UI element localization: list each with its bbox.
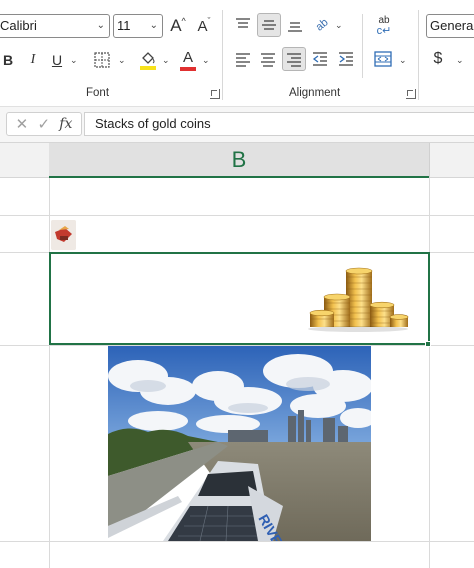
decrease-indent-icon <box>312 52 327 66</box>
font-color-button[interactable]: A <box>178 48 198 72</box>
underline-label: U <box>51 52 63 68</box>
cancel-icon[interactable]: ✕ <box>16 115 29 133</box>
gridline-vertical <box>49 178 50 568</box>
align-center-icon <box>261 53 275 67</box>
ribbon: Calibri ⌄ 11 ⌄ A ^ Aˇ B I U ⌄ ⌄ ⌄ A ⌄ Fo… <box>0 0 474 107</box>
shrink-font-label: A <box>197 17 208 35</box>
font-group-label: Font <box>86 87 110 99</box>
italic-label: I <box>30 52 36 67</box>
group-divider <box>418 10 419 100</box>
enter-check-icon[interactable]: ✓ <box>37 115 50 133</box>
underline-button[interactable]: U <box>48 48 66 72</box>
thumbnail-icon <box>51 220 76 250</box>
alignment-dialog-launcher-icon[interactable] <box>406 89 416 99</box>
chevron-down-icon[interactable]: ⌄ <box>335 20 343 31</box>
alignment-group-label: Alignment <box>289 87 341 99</box>
river-boat-photo[interactable]: RIVER <box>108 346 371 541</box>
align-right-button[interactable] <box>282 47 306 71</box>
top-align-icon <box>236 18 250 28</box>
increase-indent-button[interactable] <box>335 48 357 70</box>
column-header-b[interactable]: B <box>49 143 429 178</box>
bottom-align-button[interactable] <box>284 14 306 36</box>
middle-align-button[interactable] <box>257 13 281 37</box>
merge-center-icon <box>374 51 392 67</box>
middle-align-icon <box>262 20 276 30</box>
column-header-c-partial[interactable] <box>429 143 474 178</box>
formula-bar: ✕ ✓ fx Stacks of gold coins <box>0 107 474 143</box>
number-format-value: General <box>430 18 474 33</box>
font-color-label: A <box>182 48 193 66</box>
merge-center-button[interactable] <box>372 48 394 70</box>
orientation-label: ab <box>313 16 331 34</box>
gold-coins-image[interactable] <box>306 267 410 333</box>
bold-button[interactable]: B <box>0 48 16 72</box>
chevron-down-icon[interactable]: ⌄ <box>162 55 170 66</box>
fill-color-button[interactable] <box>138 48 158 72</box>
borders-icon <box>94 52 110 68</box>
column-header-a-partial[interactable] <box>0 143 49 178</box>
gridline-horizontal <box>0 215 474 216</box>
number-format-dropdown[interactable]: General <box>426 14 474 38</box>
group-divider <box>222 10 223 100</box>
borders-button[interactable] <box>92 50 112 70</box>
font-name-value: Calibri <box>0 18 37 33</box>
chevron-down-icon: ⌄ <box>96 20 105 31</box>
formula-bar-controls: ✕ ✓ fx <box>6 112 82 136</box>
decrease-indent-button[interactable] <box>309 48 331 70</box>
gridline-vertical <box>429 178 430 568</box>
bottom-align-icon <box>288 22 302 32</box>
chevron-down-icon[interactable]: ⌄ <box>118 55 126 66</box>
chevron-down-icon[interactable]: ⌄ <box>399 55 407 66</box>
gridline-horizontal <box>0 541 474 542</box>
gold-coins-picture <box>308 267 409 332</box>
align-left-icon <box>236 53 250 67</box>
orientation-button[interactable]: ab <box>311 14 333 36</box>
wrap-text-button[interactable]: ab c↵ <box>372 14 396 38</box>
font-dialog-launcher-icon[interactable] <box>210 89 220 99</box>
increase-font-size-button[interactable]: A ^ <box>167 14 189 38</box>
italic-button[interactable]: I <box>24 48 42 72</box>
grow-font-label: A <box>170 16 182 35</box>
font-color-swatch <box>180 66 196 71</box>
top-align-button[interactable] <box>232 14 254 36</box>
align-center-button[interactable] <box>257 48 279 70</box>
group-divider <box>362 14 363 78</box>
align-right-icon <box>287 53 301 67</box>
font-name-dropdown[interactable]: Calibri ⌄ <box>0 14 110 38</box>
formula-input[interactable]: Stacks of gold coins <box>84 112 474 136</box>
currency-format-button[interactable]: $ <box>430 48 446 70</box>
bold-label: B <box>2 52 14 68</box>
chevron-down-icon[interactable]: ⌄ <box>70 55 78 66</box>
chevron-down-icon: ⌄ <box>149 20 158 31</box>
wrap-arrow-icon: c↵ <box>376 25 392 37</box>
river-boat-picture: RIVER <box>108 346 371 541</box>
paint-bucket-icon <box>140 52 156 70</box>
align-left-button[interactable] <box>232 48 254 70</box>
increase-indent-icon <box>339 52 353 66</box>
chevron-down-icon[interactable]: ⌄ <box>456 55 464 66</box>
column-header-b-label: B <box>231 146 247 172</box>
fill-handle[interactable] <box>425 341 431 347</box>
currency-label: $ <box>433 50 443 67</box>
font-size-value: 11 <box>117 18 131 33</box>
insert-function-button[interactable]: fx <box>59 116 72 132</box>
chevron-down-icon[interactable]: ⌄ <box>202 55 210 66</box>
worksheet-grid: B RIVER <box>0 143 474 568</box>
font-size-dropdown[interactable]: 11 ⌄ <box>113 14 163 38</box>
decrease-font-size-button[interactable]: Aˇ <box>193 14 215 38</box>
thumbnail-image[interactable] <box>51 220 76 250</box>
